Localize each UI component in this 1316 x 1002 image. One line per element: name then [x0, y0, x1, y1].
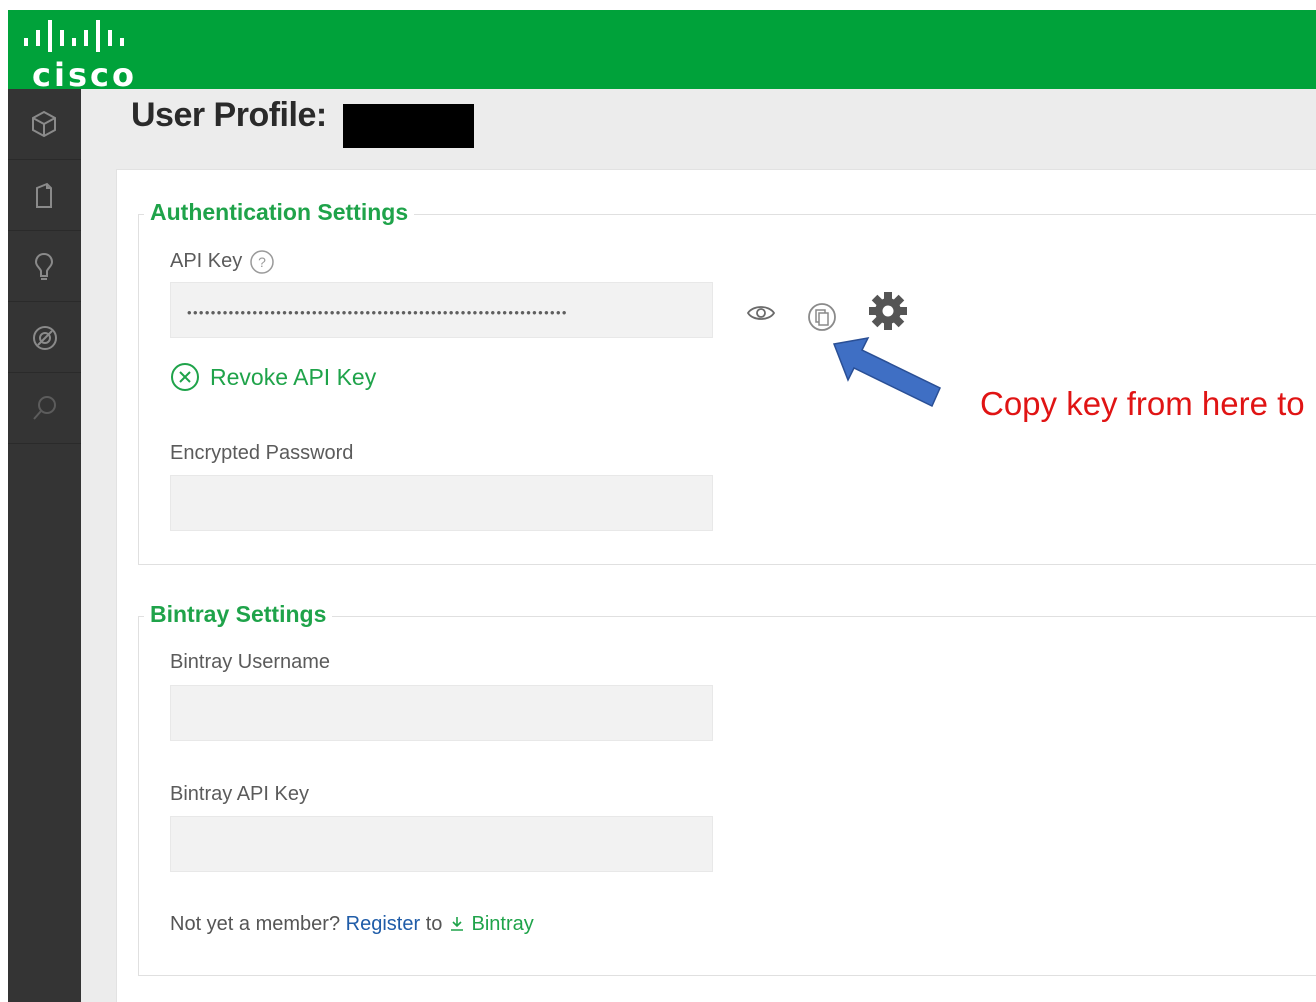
sidebar-item-search[interactable]: [8, 373, 81, 444]
encrypted-password-label: Encrypted Password: [170, 442, 354, 464]
copy-icon[interactable]: [806, 301, 838, 333]
top-bar: cisco: [8, 10, 1316, 89]
authentication-settings-legend: Authentication Settings: [144, 199, 415, 226]
gear-icon[interactable]: [867, 290, 909, 332]
cisco-logo: cisco: [24, 20, 137, 88]
member-prompt: Not yet a member? Register to Bintray: [170, 913, 534, 936]
api-key-value: ••••••••••••••••••••••••••••••••••••••••…: [187, 305, 568, 320]
package-icon: [32, 110, 56, 138]
sidebar-item-builds[interactable]: [8, 231, 81, 302]
bintray-username-field[interactable]: [170, 685, 713, 741]
sidebar-item-admin[interactable]: [8, 302, 81, 373]
svg-text:cisco: cisco: [32, 56, 137, 88]
redacted-username: [343, 104, 474, 148]
bintray-username-label: Bintray Username: [170, 651, 331, 673]
member-text: Not yet a member?: [170, 913, 341, 935]
revoke-api-key-label: Revoke API Key: [210, 363, 377, 390]
admin-icon: [33, 326, 57, 350]
annotation-arrow: [832, 337, 941, 408]
bintray-api-key-label: Bintray API Key: [170, 783, 309, 805]
bintray-api-key-field[interactable]: [170, 816, 713, 872]
eye-icon[interactable]: [746, 302, 776, 324]
bintray-icon: [450, 917, 463, 931]
api-key-field[interactable]: ••••••••••••••••••••••••••••••••••••••••…: [170, 282, 713, 338]
sidebar: [8, 89, 81, 1002]
svg-text:?: ?: [258, 254, 266, 270]
help-icon[interactable]: ?: [249, 249, 275, 275]
encrypted-password-field[interactable]: [170, 475, 713, 531]
page-title: User Profile:: [131, 96, 327, 134]
register-link[interactable]: Register: [346, 913, 420, 935]
annotation-text: Copy key from here to: [980, 385, 1305, 422]
api-key-label: API Key: [170, 250, 243, 272]
artifact-icon: [36, 182, 52, 208]
bintray-link[interactable]: Bintray: [472, 913, 534, 935]
bintray-settings-legend: Bintray Settings: [144, 601, 333, 628]
revoke-icon: [171, 363, 199, 391]
sidebar-item-packages[interactable]: [8, 89, 81, 160]
search-icon: [33, 396, 56, 420]
sidebar-item-artifacts[interactable]: [8, 160, 81, 231]
build-icon: [34, 252, 54, 280]
to-text: to: [425, 913, 443, 935]
revoke-api-key-button[interactable]: Revoke API Key: [170, 362, 376, 392]
